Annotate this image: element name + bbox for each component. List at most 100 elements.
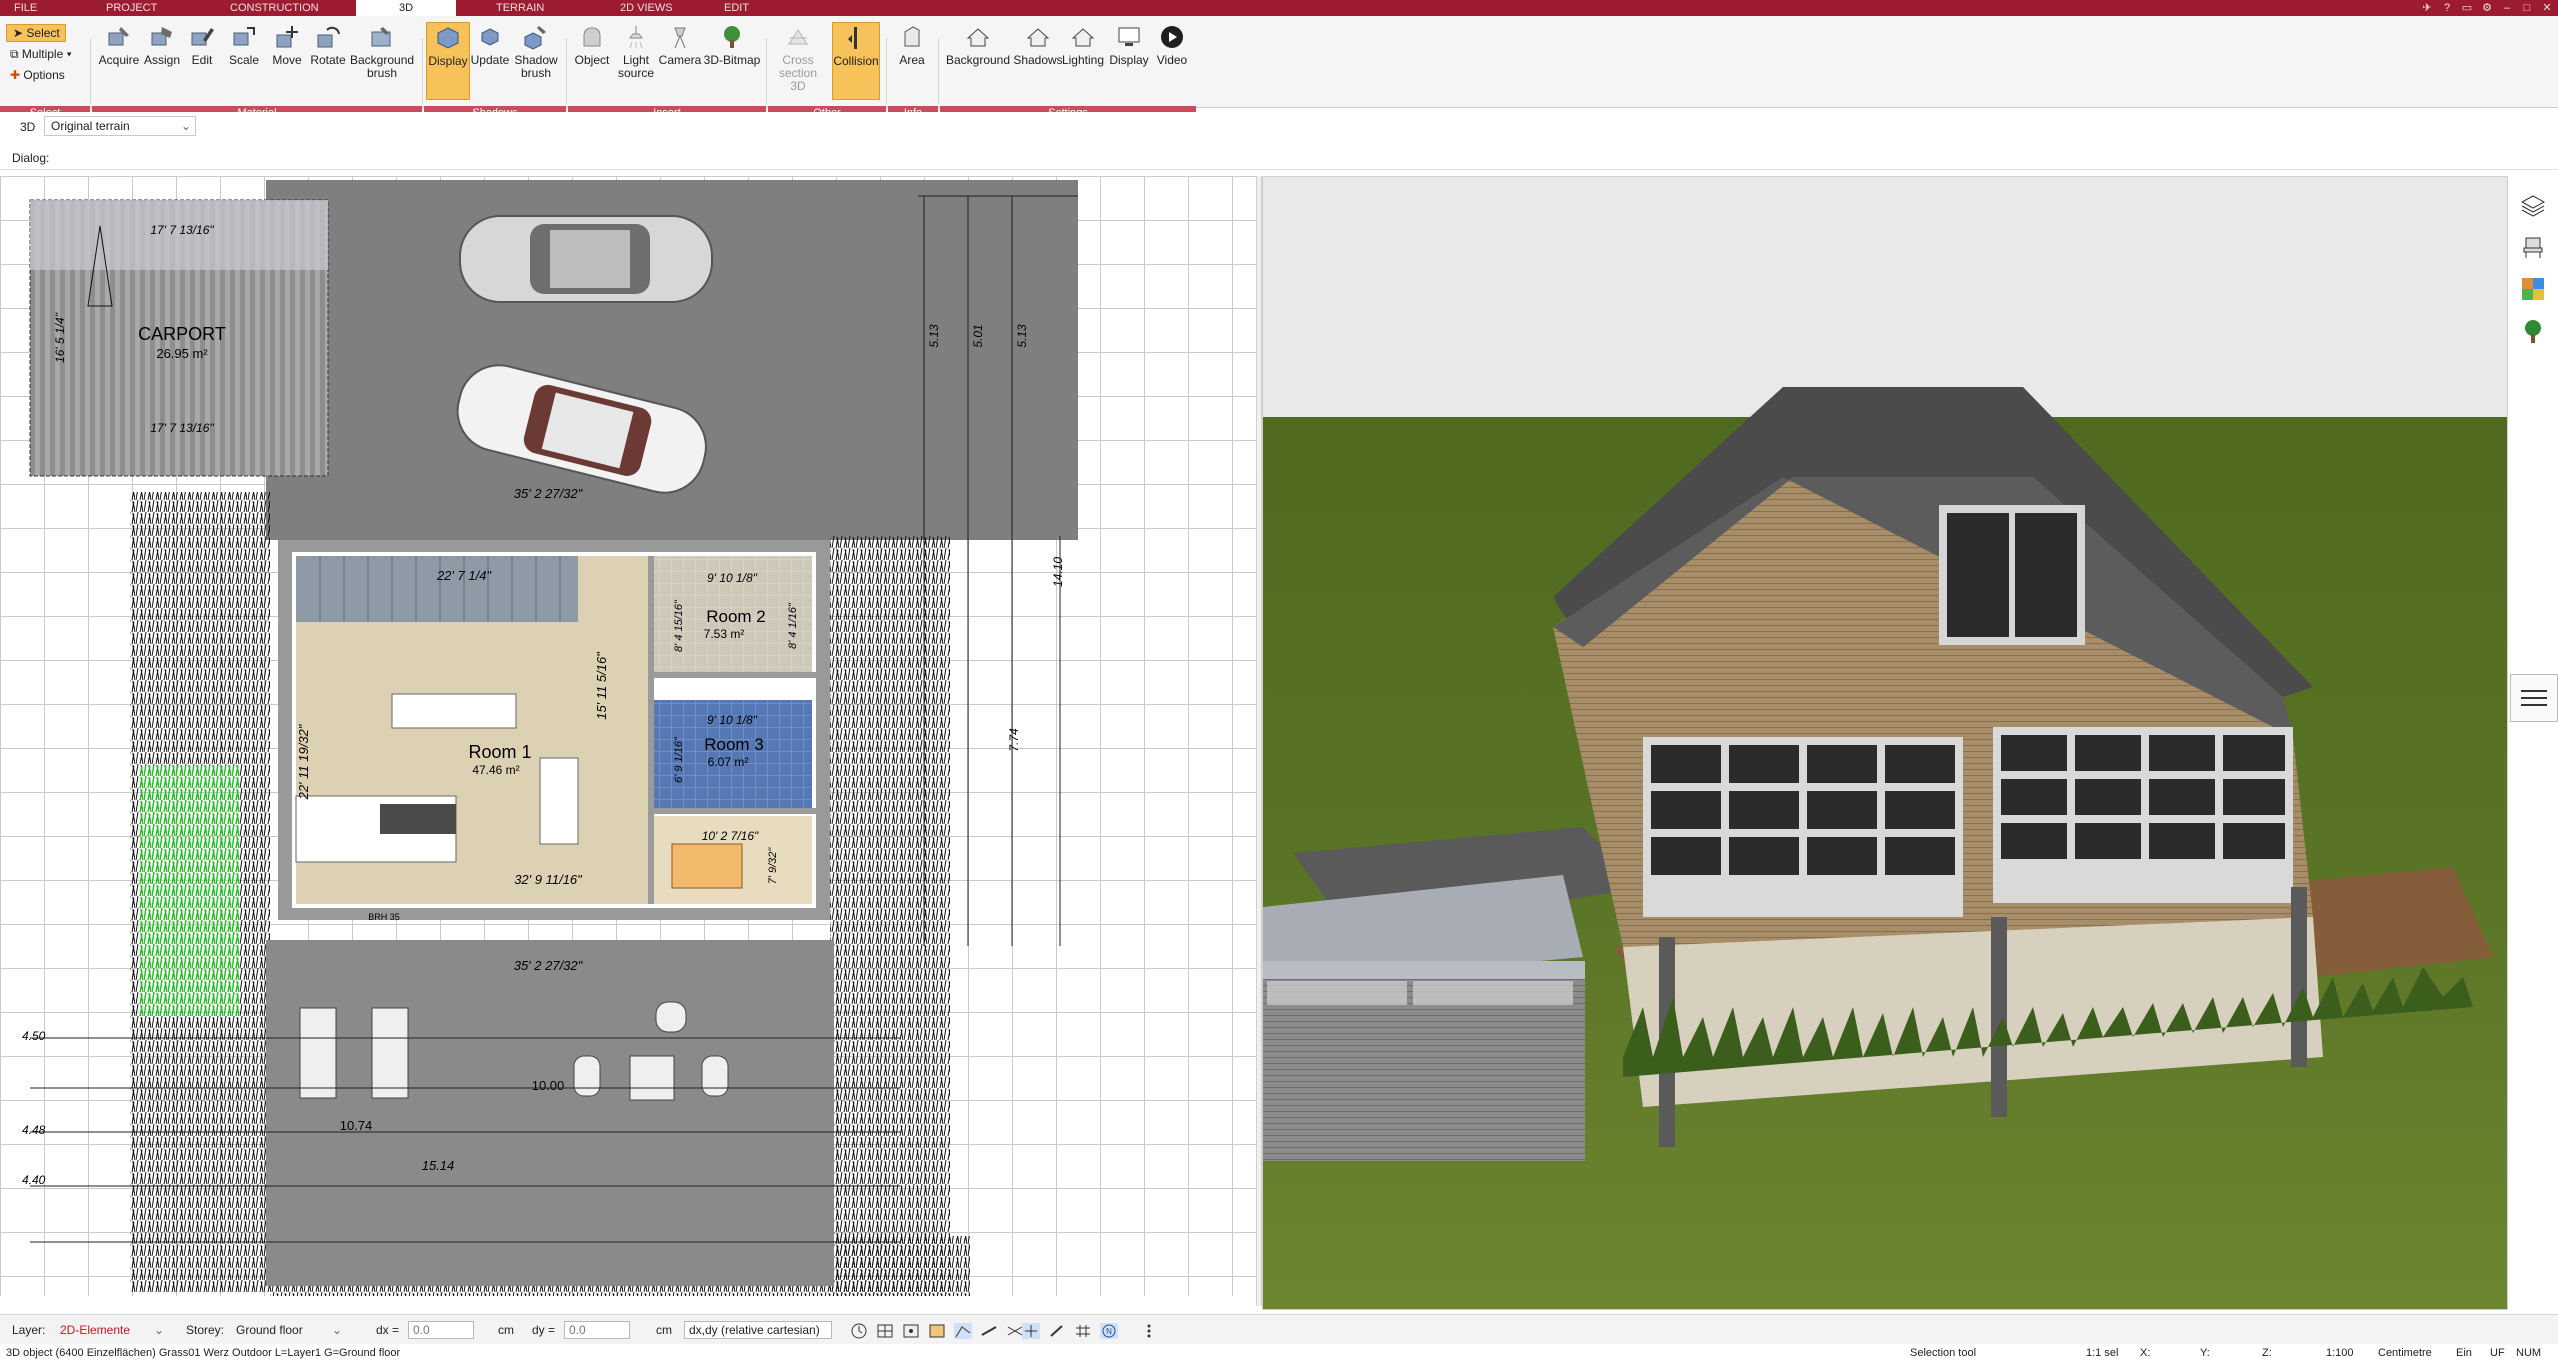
north-icon[interactable]: N — [1100, 1323, 1118, 1339]
line-snap-icon[interactable] — [980, 1323, 998, 1339]
support-post[interactable] — [1991, 917, 2007, 1117]
room2-side-dim: 8' 4 15/16" — [673, 599, 685, 652]
garden-table[interactable] — [629, 1055, 675, 1101]
close-icon[interactable]: ✕ — [2538, 0, 2556, 16]
3d-view[interactable] — [1262, 176, 2508, 1310]
room-3-name: Room 3 — [704, 735, 764, 754]
object-snap-icon[interactable] — [928, 1323, 946, 1339]
grid-icon[interactable] — [1074, 1323, 1092, 1339]
layers-icon[interactable] — [2520, 192, 2546, 218]
select-button[interactable]: ➤ Select — [6, 24, 66, 42]
sofa[interactable] — [539, 757, 579, 845]
settings-icon[interactable]: ⚙ — [2478, 0, 2496, 16]
scale-button[interactable]: Scale — [224, 22, 264, 100]
3d-scene[interactable] — [1263, 177, 2508, 1310]
coordinate-mode-select[interactable]: dx,dy (relative cartesian) — [684, 1321, 832, 1339]
room2-top-dim: 9' 10 1/8" — [707, 571, 758, 585]
display-settings-button[interactable]: Display — [1104, 22, 1154, 100]
collision-button[interactable]: Collision — [832, 22, 880, 100]
dx-input[interactable]: 0.0 — [408, 1321, 474, 1339]
3d-bitmap-button[interactable]: 3D-Bitmap — [702, 22, 762, 100]
help-icon[interactable]: ? — [2438, 0, 2456, 16]
kitchen-island[interactable] — [391, 693, 517, 729]
acquire-button[interactable]: Acquire — [96, 22, 142, 100]
cross-section-label: Cross section 3D — [778, 53, 818, 93]
lighting-label: Lighting — [1061, 53, 1105, 67]
tab-project[interactable]: PROJECT — [106, 0, 166, 16]
terrace[interactable] — [266, 940, 834, 1286]
restore-icon[interactable]: ▭ — [2458, 0, 2476, 16]
video-button[interactable]: Video — [1150, 22, 1194, 100]
grid-snap-icon[interactable] — [876, 1323, 894, 1339]
light-source-button[interactable]: Light source — [614, 22, 658, 100]
update-button[interactable]: Update — [470, 22, 510, 100]
room-1-area: 47.46 m² — [472, 763, 519, 777]
multiple-label: Multiple — [21, 47, 64, 61]
support-post[interactable] — [2291, 887, 2307, 1067]
garden-chair[interactable] — [655, 1001, 687, 1033]
materials-icon[interactable] — [2520, 276, 2546, 302]
tab-terrain[interactable]: TERRAIN — [496, 0, 556, 16]
multiple-icon: ⧉ — [10, 47, 22, 61]
storey-select[interactable]: Ground floor — [236, 1321, 303, 1339]
area-button[interactable]: Area — [890, 22, 934, 100]
multiple-button[interactable]: ⧉ Multiple ▾ — [10, 46, 72, 62]
carport-width-dim-bottom: 17' 7 13/16" — [150, 421, 214, 435]
dining-table[interactable] — [671, 843, 743, 889]
camera-button[interactable]: Camera — [656, 22, 704, 100]
side-panel-toggle[interactable] — [2510, 674, 2558, 722]
window-grid-right[interactable] — [1993, 727, 2293, 903]
garden-chair[interactable] — [573, 1055, 601, 1097]
chair-icon[interactable] — [2520, 234, 2546, 260]
mirror-icon[interactable] — [1022, 1323, 1040, 1339]
options-button[interactable]: ✚ Options — [10, 67, 65, 83]
status-num: NUM — [2516, 1347, 2542, 1359]
lounger[interactable] — [299, 1007, 337, 1099]
background-button[interactable]: Background — [944, 22, 1012, 100]
car-top[interactable] — [459, 215, 713, 303]
object-button[interactable]: Object — [570, 22, 614, 100]
shadows-display-button[interactable]: Display — [426, 22, 470, 100]
plants-icon[interactable] — [2520, 318, 2546, 344]
angle-snap-icon[interactable] — [954, 1323, 972, 1339]
shadow-brush-button[interactable]: Shadow brush — [510, 22, 562, 100]
floor-plan-view[interactable]: CARPORT 26.95 m² 17' 7 13/16" 17' 7 13/1… — [0, 176, 1256, 1296]
lighting-button[interactable]: Lighting — [1058, 22, 1108, 100]
chevron-down-icon[interactable]: ⌄ — [154, 1321, 164, 1339]
edit-material-button[interactable]: Edit — [184, 22, 220, 100]
chevron-down-icon[interactable]: ⌄ — [332, 1321, 342, 1339]
status-object-info: 3D object (6400 Einzelflächen) Grass01 W… — [6, 1347, 401, 1359]
cross-section-3d-button[interactable]: Cross section 3D — [770, 22, 826, 100]
clock-icon[interactable] — [850, 1323, 868, 1339]
area-label: Area — [899, 53, 925, 67]
light-source-icon — [629, 26, 643, 49]
assign-button[interactable]: Assign — [140, 22, 184, 100]
background-brush-button[interactable]: Background brush — [350, 22, 414, 100]
lounger[interactable] — [371, 1007, 409, 1099]
minimize-icon[interactable]: – — [2498, 0, 2516, 16]
tab-construction[interactable]: CONSTRUCTION — [230, 0, 330, 16]
grass-green[interactable] — [140, 766, 240, 1016]
carport-3d[interactable] — [1263, 875, 1585, 1161]
options-label: Options — [23, 68, 65, 82]
dy-input[interactable]: 0.0 — [564, 1321, 630, 1339]
tab-2d-views[interactable]: 2D VIEWS — [620, 0, 690, 16]
maximize-icon[interactable]: □ — [2518, 0, 2536, 16]
move-button[interactable]: Move — [266, 22, 308, 100]
tools-icon[interactable]: ✈ — [2418, 0, 2436, 16]
garden-chair[interactable] — [701, 1055, 729, 1097]
grass-right[interactable] — [830, 536, 950, 1296]
rotate-button[interactable]: Rotate — [306, 22, 350, 100]
tab-3d[interactable]: 3D — [356, 0, 456, 16]
window-grid-left[interactable] — [1643, 737, 1963, 917]
terrain-select[interactable]: Original terrain ⌄ — [44, 116, 196, 136]
right-tool-panel — [2508, 176, 2558, 1310]
layer-select[interactable]: 2D-Elemente — [60, 1321, 130, 1339]
tab-edit[interactable]: EDIT — [724, 0, 764, 16]
snap-points-icon[interactable] — [902, 1323, 920, 1339]
more-options-icon[interactable] — [1140, 1323, 1158, 1339]
cursor-icon: ➤ — [13, 26, 27, 40]
pen-icon[interactable] — [1048, 1323, 1066, 1339]
tab-file[interactable]: FILE — [14, 0, 50, 16]
floor-plan-drawing[interactable]: CARPORT 26.95 m² 17' 7 13/16" 17' 7 13/1… — [0, 176, 1256, 1296]
